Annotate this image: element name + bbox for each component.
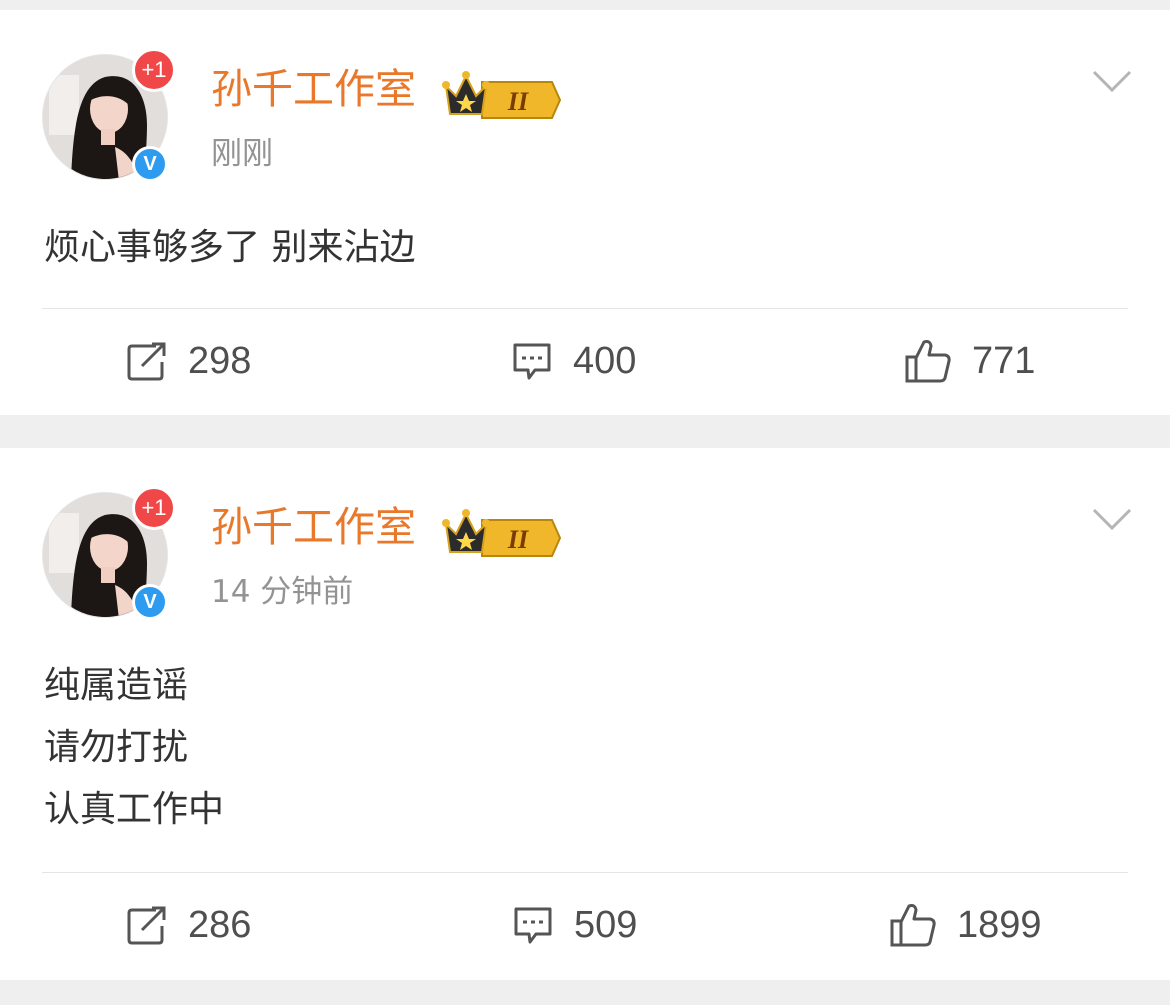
chevron-down-icon[interactable] [1092,506,1132,536]
content-line: 烦心事够多了 别来沾边 [44,227,416,268]
content-line: 纯属造谣 [44,665,189,706]
post-card: +1 V 孙千工作室 II 14 分钟前 纯属造谣 请勿打扰 认真工作中 286 [0,448,1170,980]
comment-button[interactable]: 400 [511,336,636,386]
comment-count: 400 [573,340,637,382]
like-button[interactable]: 771 [904,336,1035,386]
crown-icon[interactable]: II [442,506,562,562]
notification-badge: +1 [132,48,176,92]
like-count: 1899 [957,904,1042,946]
like-icon [905,340,951,383]
repost-icon [127,342,166,381]
comment-icon [514,907,552,944]
comment-button[interactable]: 509 [512,900,637,950]
verified-badge: V [132,146,168,182]
crown-icon[interactable]: II [442,68,562,124]
like-icon [890,904,936,947]
content-line: 请勿打扰 [44,727,189,768]
crown-level: II [507,87,529,116]
username[interactable]: 孙千工作室 [211,64,416,114]
username[interactable]: 孙千工作室 [211,502,416,552]
repost-count: 298 [188,340,252,382]
like-button[interactable]: 1899 [889,900,1042,950]
comment-icon [513,343,551,380]
repost-icon [127,906,166,945]
post-content: 烦心事够多了 别来沾边 [44,217,415,279]
verified-badge: V [132,584,168,620]
divider [42,308,1128,309]
divider [42,872,1128,873]
chevron-down-icon[interactable] [1092,68,1132,98]
post-card: +1 V 孙千工作室 II 刚刚 烦心事够多了 别来沾边 298 400 771 [0,10,1170,415]
repost-count: 286 [188,904,252,946]
post-content: 纯属造谣 请勿打扰 认真工作中 [44,655,224,841]
comment-count: 509 [574,904,638,946]
content-line: 认真工作中 [44,789,225,830]
like-count: 771 [972,340,1036,382]
repost-button[interactable]: 286 [126,900,251,950]
notification-badge: +1 [132,486,176,530]
post-time: 刚刚 [211,136,273,172]
repost-button[interactable]: 298 [126,336,251,386]
crown-level: II [507,525,529,554]
post-time: 14 分钟前 [211,574,354,610]
